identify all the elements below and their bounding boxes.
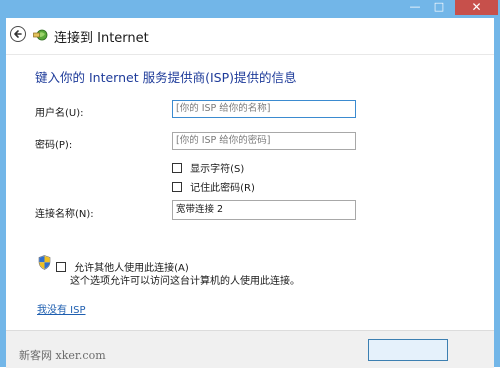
allow-others-checkbox[interactable] bbox=[56, 261, 66, 272]
network-connection-icon bbox=[33, 29, 48, 41]
connect-button[interactable] bbox=[368, 339, 448, 361]
wizard-content: 键入你的 Internet 服务提供商(ISP)提供的信息 用户名(U): [你… bbox=[6, 54, 494, 331]
password-label: 密码(P): bbox=[35, 140, 73, 151]
no-isp-link[interactable]: 我没有 ISP bbox=[37, 301, 86, 316]
remember-password-option[interactable]: 记住此密码(R) bbox=[172, 176, 255, 194]
show-characters-checkbox[interactable] bbox=[172, 162, 182, 173]
maximize-button[interactable]: □ bbox=[427, 0, 451, 15]
watermark-text: 新客网 xker.com bbox=[19, 349, 106, 362]
show-characters-label: 显示字符(S) bbox=[190, 164, 245, 175]
remember-password-checkbox[interactable] bbox=[172, 181, 182, 192]
window-titlebar[interactable]: — □ ✕ bbox=[0, 0, 500, 18]
uac-shield-icon bbox=[38, 255, 51, 270]
password-input[interactable]: [你的 ISP 给你的密码] bbox=[172, 132, 356, 150]
remember-password-label: 记住此密码(R) bbox=[190, 183, 255, 194]
window-title: 连接到 Internet bbox=[54, 31, 149, 46]
show-characters-option[interactable]: 显示字符(S) bbox=[172, 157, 244, 175]
connection-name-input[interactable]: 宽带连接 2 bbox=[172, 200, 356, 220]
username-label: 用户名(U): bbox=[35, 108, 84, 119]
back-arrow-icon bbox=[14, 30, 22, 38]
wizard-footer: 新客网 xker.com bbox=[6, 330, 494, 368]
allow-others-description: 这个选项允许可以访问这台计算机的人使用此连接。 bbox=[70, 276, 300, 287]
connection-name-label: 连接名称(N): bbox=[35, 209, 94, 220]
page-heading: 键入你的 Internet 服务提供商(ISP)提供的信息 bbox=[35, 70, 297, 85]
window-frame-right bbox=[494, 18, 500, 367]
username-input[interactable]: [你的 ISP 给你的名称] bbox=[172, 100, 356, 118]
back-button[interactable] bbox=[10, 26, 26, 42]
close-button[interactable]: ✕ bbox=[455, 0, 498, 15]
minimize-button[interactable]: — bbox=[403, 0, 427, 15]
wizard-header: 连接到 Internet bbox=[6, 18, 494, 54]
